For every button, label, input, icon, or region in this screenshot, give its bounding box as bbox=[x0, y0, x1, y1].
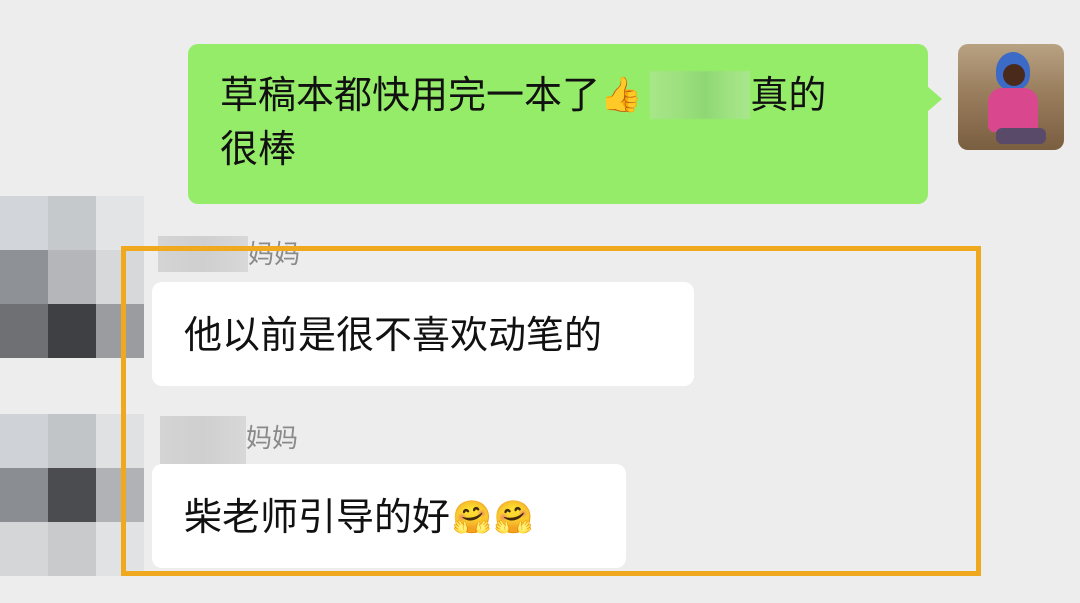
message-text-part2: 真的 bbox=[750, 73, 827, 117]
message-text: 他以前是很不喜欢动笔的 bbox=[184, 313, 603, 357]
bubble-tail bbox=[927, 86, 942, 112]
self-avatar[interactable] bbox=[958, 44, 1064, 150]
chat-window: 草稿本都快用完一本了👍 真的 很棒 妈妈 他以前是很不喜欢动笔的 妈妈 柴老师引… bbox=[0, 0, 1080, 603]
incoming-message-bubble[interactable]: 他以前是很不喜欢动笔的 bbox=[152, 282, 694, 386]
hugging-face-icon: 🤗 bbox=[493, 498, 534, 536]
hugging-face-icon: 🤗 bbox=[452, 498, 492, 536]
incoming-message-bubble[interactable]: 柴老师引导的好🤗🤗 bbox=[152, 464, 626, 568]
thumbs-up-icon: 👍 bbox=[600, 75, 643, 115]
message-text: 柴老师引导的好 bbox=[184, 495, 451, 539]
sender-name: 妈妈 bbox=[246, 424, 299, 454]
redacted-name-block bbox=[650, 71, 751, 119]
avatar-face-shape bbox=[1003, 64, 1025, 86]
sender-name-redacted bbox=[160, 416, 246, 464]
outgoing-message-bubble[interactable]: 草稿本都快用完一本了👍 真的 很棒 bbox=[188, 44, 942, 204]
message-text-line2: 很棒 bbox=[220, 127, 297, 171]
sender-avatar-pixelated[interactable] bbox=[0, 414, 144, 576]
sender-avatar-pixelated[interactable] bbox=[0, 196, 144, 358]
sender-name-redacted bbox=[158, 236, 248, 272]
avatar-body-shape bbox=[988, 88, 1038, 132]
avatar-legs-shape bbox=[996, 128, 1046, 144]
sender-name: 妈妈 bbox=[248, 240, 301, 270]
message-text-part1: 草稿本都快用完一本了 bbox=[220, 73, 601, 117]
